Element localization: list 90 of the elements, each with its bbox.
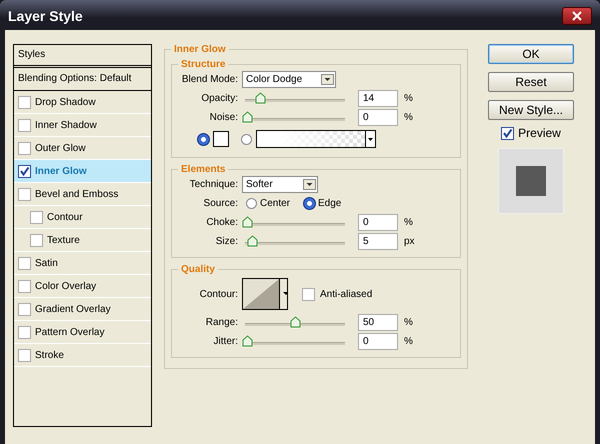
checkbox[interactable] <box>30 234 43 246</box>
unit-label: px <box>403 236 415 247</box>
slider-label: Opacity: <box>200 93 239 104</box>
value-field[interactable]: 14 <box>358 90 398 107</box>
checkbox[interactable] <box>18 256 31 270</box>
slider-thumb[interactable] <box>290 316 300 328</box>
value-field[interactable]: 0 <box>358 214 398 231</box>
value-field[interactable]: 0 <box>358 333 398 350</box>
slider-label: Jitter: <box>212 336 239 347</box>
slider-thumb[interactable] <box>242 335 253 347</box>
field-label: Technique: <box>188 179 239 190</box>
radio-button[interactable] <box>304 198 316 209</box>
style-item[interactable]: Texture <box>14 229 151 252</box>
group-title: Structure <box>180 59 226 70</box>
slider-thumb[interactable] <box>255 92 266 104</box>
group-title: Inner Glow <box>173 44 227 55</box>
style-item[interactable]: Pattern Overlay <box>14 321 151 344</box>
unit-label: % <box>403 112 413 123</box>
anti-aliased-option[interactable]: Anti-aliased <box>302 288 372 300</box>
checkbox[interactable] <box>18 96 31 108</box>
slider-label: Noise: <box>208 112 239 123</box>
value-field[interactable]: 0 <box>358 109 398 126</box>
field-label: Source: <box>202 198 239 209</box>
slider-track[interactable] <box>242 216 348 229</box>
style-item[interactable]: Contour <box>14 206 151 229</box>
checkbox[interactable] <box>18 118 31 132</box>
radio-button[interactable] <box>241 134 252 144</box>
checkbox[interactable] <box>18 326 31 338</box>
blending-options-item[interactable]: Blending Options: Default <box>14 68 151 91</box>
slider-label: Range: <box>204 317 239 328</box>
preview-thumbnail <box>498 148 564 214</box>
technique-dropdown[interactable]: Softer <box>242 176 318 193</box>
unit-label: % <box>403 336 413 347</box>
style-item[interactable]: Inner Glow <box>14 160 151 183</box>
checkbox[interactable] <box>18 302 31 316</box>
slider-thumb[interactable] <box>242 216 253 228</box>
slider-track[interactable] <box>242 92 348 105</box>
dialog-button[interactable]: Reset <box>488 72 574 92</box>
checkbox[interactable] <box>30 210 43 224</box>
slider-label: Size: <box>214 236 239 247</box>
contour-picker[interactable] <box>242 278 288 310</box>
radio-option[interactable]: Center <box>246 198 290 209</box>
gradient-picker[interactable] <box>256 130 376 148</box>
radio-option[interactable]: Edge <box>304 198 342 209</box>
checkbox[interactable] <box>501 126 514 140</box>
checkbox[interactable] <box>18 280 31 292</box>
dialog-button[interactable]: New Style... <box>488 100 574 120</box>
slider-label: Choke: <box>205 217 239 228</box>
slider-track[interactable] <box>242 111 348 124</box>
style-item[interactable]: Bevel and Emboss <box>14 183 151 206</box>
style-item[interactable]: Drop Shadow <box>14 91 151 114</box>
checkbox[interactable] <box>18 164 31 178</box>
style-item[interactable]: Stroke <box>14 344 151 367</box>
slider-track[interactable] <box>242 335 348 348</box>
slider-thumb[interactable] <box>246 235 258 247</box>
radio-button[interactable] <box>246 198 257 209</box>
style-item[interactable]: Inner Shadow <box>14 114 151 137</box>
slider-thumb[interactable] <box>242 111 253 123</box>
option-label: Center <box>260 198 290 209</box>
field-label: Blend Mode: <box>180 74 239 85</box>
checkbox[interactable] <box>18 142 31 154</box>
window-title: Layer Style <box>8 8 83 24</box>
close-button[interactable] <box>562 7 592 25</box>
unit-label: % <box>403 217 413 228</box>
style-item[interactable]: Color Overlay <box>14 275 151 298</box>
value-field[interactable]: 50 <box>358 314 398 331</box>
radio-button[interactable] <box>198 134 209 144</box>
group-title: Quality <box>180 264 216 275</box>
unit-label: % <box>403 93 413 104</box>
preview-option[interactable]: Preview <box>501 126 561 140</box>
unit-label: % <box>403 317 413 328</box>
checkbox-label: Preview <box>518 126 561 140</box>
checkbox[interactable] <box>18 188 31 200</box>
color-swatch[interactable] <box>213 131 229 147</box>
styles-header[interactable]: Styles <box>14 45 151 68</box>
option-label: Edge <box>318 198 342 209</box>
field-label: Contour: <box>198 288 239 300</box>
blend-mode-dropdown[interactable]: Color Dodge <box>242 71 336 88</box>
close-icon <box>571 11 583 21</box>
style-item[interactable]: Gradient Overlay <box>14 298 151 321</box>
slider-track[interactable] <box>242 316 348 329</box>
checkbox[interactable] <box>302 288 315 300</box>
dialog-button[interactable]: OK <box>488 44 574 64</box>
group-title: Elements <box>180 164 226 175</box>
checkbox-label: Anti-aliased <box>320 288 372 300</box>
checkbox[interactable] <box>18 348 31 362</box>
slider-track[interactable] <box>242 235 348 248</box>
dropdown-arrow-icon <box>368 138 373 140</box>
value-field[interactable]: 5 <box>358 233 398 250</box>
style-item[interactable]: Satin <box>14 252 151 275</box>
